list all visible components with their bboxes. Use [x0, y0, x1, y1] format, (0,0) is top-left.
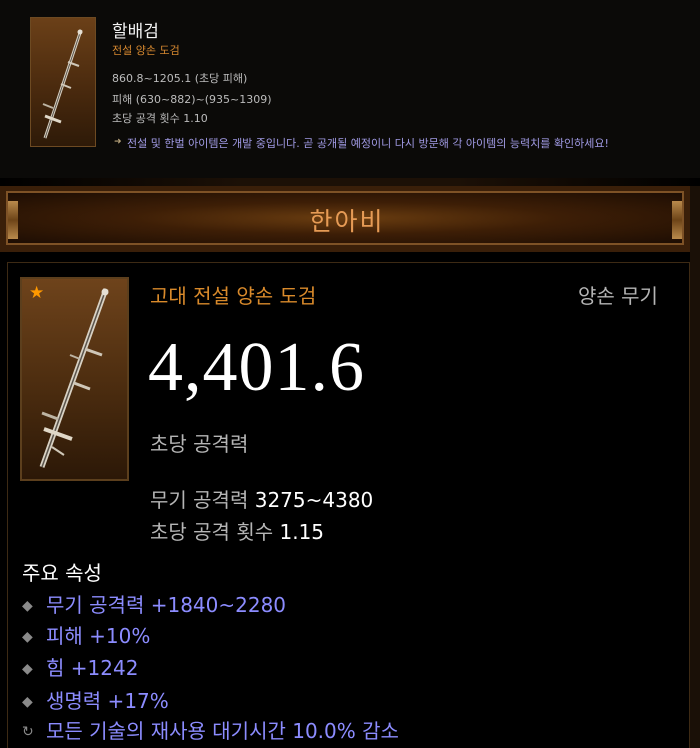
diamond-bullet-icon: ◆	[22, 598, 33, 614]
diamond-bullet-icon: ◆	[22, 661, 33, 677]
legendary-preview-card: 할배검 전설 양손 도검 860.8~1205.1 (초당 피해) 피해 (63…	[0, 0, 700, 178]
affix-row: ◆ 생명력 +17%	[22, 685, 169, 715]
item-thumbnail[interactable]	[30, 17, 96, 147]
primary-attributes-heading: 주요 속성	[22, 561, 102, 585]
dps-range: 860.8~1205.1 (초당 피해)	[112, 72, 248, 85]
diamond-bullet-icon: ◆	[22, 694, 33, 710]
section-divider	[0, 178, 700, 186]
weapon-damage-stat: 무기 공격력 3275~4380	[150, 484, 373, 513]
arrow-icon: ➜	[114, 137, 122, 147]
affix-text: 생명력 +17%	[46, 689, 169, 713]
tooltip-header-frame: 한아비	[6, 191, 684, 245]
item-type: 고대 전설 양손 도검	[150, 284, 317, 308]
item-image[interactable]	[20, 277, 129, 481]
diamond-bullet-icon: ◆	[22, 629, 33, 645]
affix-text: 모든 기술의 재사용 대기시간 10.0% 감소	[46, 719, 399, 743]
affix-row: ↻ 모든 기술의 재사용 대기시간 10.0% 감소	[22, 715, 399, 745]
affix-row: ◆ 피해 +10%	[22, 620, 150, 650]
affix-text: 힘 +1242	[46, 656, 139, 680]
two-handed-sword-icon	[39, 288, 109, 468]
affix-text: 피해 +10%	[46, 624, 151, 648]
attack-speed-stat: 초당 공격 횟수 1.15	[150, 516, 324, 545]
affix-row: ◆ 힘 +1242	[22, 652, 138, 682]
cooldown-icon: ↻	[22, 724, 34, 740]
affix-text: 무기 공격력 +1840~2280	[46, 593, 287, 617]
weapon-damage-label: 무기 공격력	[150, 488, 249, 512]
dps-value: 4,401.6	[148, 329, 365, 406]
tooltip-header: 한아비	[0, 186, 690, 252]
development-notice: 전설 및 한벌 아이템은 개발 중입니다. 곧 공개될 예정이니 다시 방문해 …	[127, 137, 609, 150]
two-handed-sword-icon	[42, 29, 83, 139]
frame-edge	[690, 186, 700, 748]
item-slot: 양손 무기	[578, 284, 658, 308]
item-name: 할배검	[112, 22, 159, 42]
weapon-damage-value: 3275~4380	[254, 488, 374, 512]
attack-speed-label: 초당 공격 횟수	[150, 520, 274, 544]
item-title: 한아비	[309, 207, 385, 236]
damage-range: 피해 (630~882)~(935~1309)	[112, 93, 272, 106]
ancient-star-icon: ★	[29, 283, 45, 303]
attack-speed-value: 1.15	[279, 520, 325, 544]
attack-speed: 초당 공격 횟수 1.10	[112, 112, 208, 125]
affix-row: ◆ 무기 공격력 +1840~2280	[22, 589, 286, 619]
item-type: 전설 양손 도검	[112, 44, 180, 57]
dps-label: 초당 공격력	[150, 432, 249, 456]
